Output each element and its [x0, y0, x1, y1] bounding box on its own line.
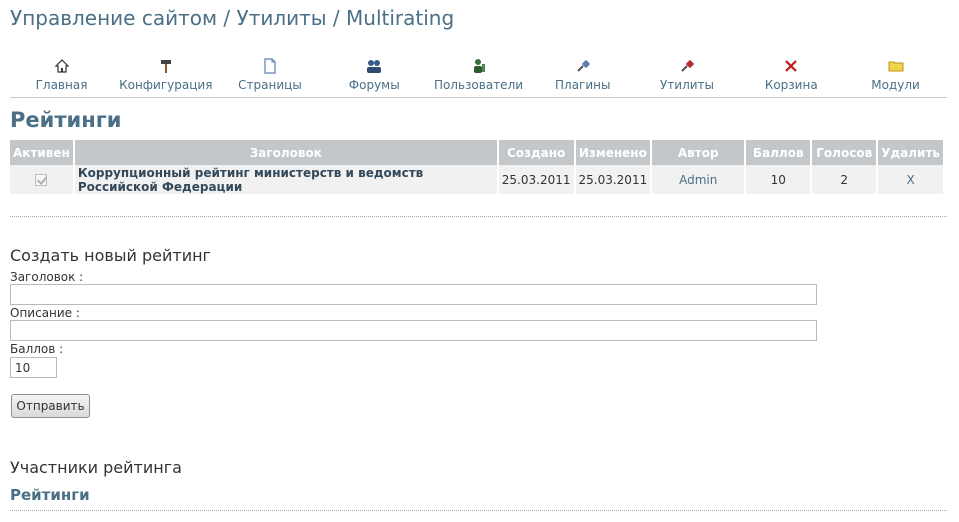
users-group-icon — [365, 58, 383, 76]
toolbar-label: Корзина — [764, 78, 818, 92]
modified-cell: 25.03.2011 — [575, 165, 651, 194]
col-created[interactable]: Создано — [498, 140, 574, 165]
toolbar-plugins[interactable]: Плагины — [531, 56, 634, 97]
toolbar-label: Пользователи — [433, 78, 524, 92]
page-icon — [261, 58, 279, 76]
delete-link[interactable]: X — [878, 165, 943, 194]
admin-toolbar: Главная Конфигурация Страницы Форумы Пол… — [10, 56, 947, 98]
active-cell — [10, 165, 73, 194]
home-icon — [53, 58, 71, 76]
toolbar-label: Плагины — [555, 78, 611, 92]
section-title: Рейтинги — [10, 108, 122, 132]
toolbar-trash[interactable]: Корзина — [740, 56, 843, 97]
toolbar-label: Главная — [35, 78, 88, 92]
toolbar-pages[interactable]: Страницы — [219, 56, 322, 97]
table-row: Коррупционный рейтинг министерств и ведо… — [10, 165, 943, 194]
close-icon — [782, 58, 800, 76]
participants-subtitle: Рейтинги — [10, 486, 90, 504]
toolbar-config[interactable]: Конфигурация — [114, 56, 217, 97]
ratings-table: Активен Заголовок Создано Изменено Автор… — [8, 140, 945, 194]
title-label: Заголовок : — [10, 270, 84, 284]
toolbar-label: Форумы — [348, 78, 400, 92]
votes-cell: 2 — [812, 165, 877, 194]
toolbar-label: Модули — [871, 78, 920, 92]
toolbar-modules[interactable]: Модули — [844, 56, 947, 97]
hammer-icon — [157, 58, 175, 76]
breadcrumb: Управление сайтом / Утилиты / Multiratin… — [10, 6, 455, 30]
points-input[interactable] — [10, 357, 57, 378]
col-title[interactable]: Заголовок — [74, 140, 497, 165]
active-checkbox[interactable] — [35, 174, 48, 186]
table-header-row: Активен Заголовок Создано Изменено Автор… — [10, 140, 943, 165]
tools-icon — [678, 58, 696, 76]
col-delete[interactable]: Удалить — [878, 140, 943, 165]
description-input[interactable] — [10, 320, 817, 341]
participants-heading: Участники рейтинга — [10, 458, 182, 477]
divider — [10, 216, 947, 217]
plug-icon — [574, 58, 592, 76]
user-icon — [470, 58, 488, 76]
col-modified[interactable]: Изменено — [575, 140, 651, 165]
create-form-heading: Создать новый рейтинг — [10, 246, 211, 265]
toolbar-home[interactable]: Главная — [10, 56, 113, 97]
toolbar-forums[interactable]: Форумы — [323, 56, 426, 97]
toolbar-label: Конфигурация — [119, 78, 213, 92]
points-label: Баллов : — [10, 342, 64, 356]
toolbar-users[interactable]: Пользователи — [427, 56, 530, 97]
col-active[interactable]: Активен — [10, 140, 73, 165]
title-input[interactable] — [10, 284, 817, 305]
points-cell: 10 — [746, 165, 811, 194]
created-cell: 25.03.2011 — [498, 165, 574, 194]
col-points[interactable]: Баллов — [746, 140, 811, 165]
rating-title-link[interactable]: Коррупционный рейтинг министерств и ведо… — [74, 165, 497, 194]
col-votes[interactable]: Голосов — [812, 140, 877, 165]
description-label: Описание : — [10, 306, 80, 320]
author-link[interactable]: Admin — [652, 165, 745, 194]
divider — [10, 510, 947, 511]
submit-button[interactable]: Отправить — [11, 394, 90, 418]
col-author[interactable]: Автор — [652, 140, 745, 165]
toolbar-label: Утилиты — [659, 78, 715, 92]
toolbar-utilities[interactable]: Утилиты — [636, 56, 739, 97]
folder-icon — [887, 58, 905, 76]
toolbar-label: Страницы — [238, 78, 302, 92]
